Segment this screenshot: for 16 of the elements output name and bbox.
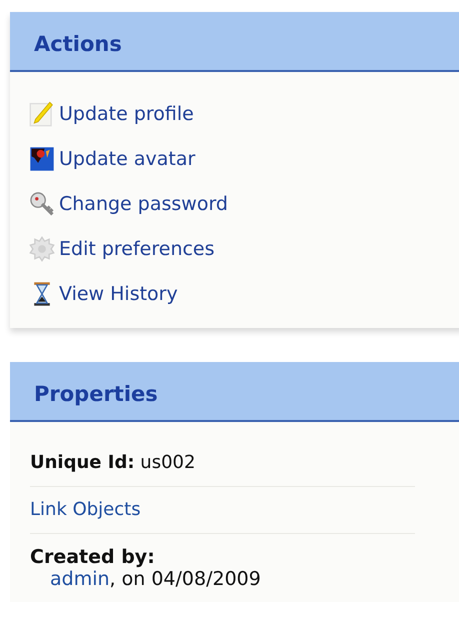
avatar-icon <box>29 146 55 172</box>
created-date-text: , on 04/08/2009 <box>110 568 261 590</box>
unique-id-text: Unique Id: us002 <box>30 440 415 487</box>
action-link[interactable]: Change password <box>29 190 228 218</box>
key-icon <box>29 191 55 217</box>
gear-icon <box>29 236 55 262</box>
panel-header: Actions <box>10 12 459 72</box>
panel-header: Properties <box>10 362 459 422</box>
created-by-label: Created by: <box>30 546 156 568</box>
action-link[interactable]: Update profile <box>29 100 194 128</box>
pencil-icon <box>29 101 55 127</box>
user-link[interactable]: admin <box>50 568 110 590</box>
action-link[interactable]: Update avatar <box>29 145 196 173</box>
link-objects-link[interactable]: Link Objects <box>30 499 141 520</box>
action-link[interactable]: View History <box>29 280 178 308</box>
action-link[interactable]: Edit preferences <box>29 235 215 263</box>
